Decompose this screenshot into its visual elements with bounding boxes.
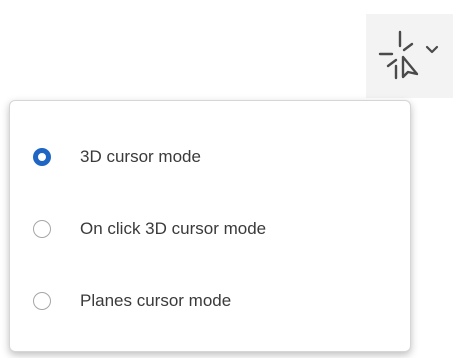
chevron-down-icon <box>425 45 439 54</box>
menu-item-planes-cursor-mode[interactable]: Planes cursor mode <box>10 271 410 331</box>
radio-unselected-icon[interactable] <box>33 220 51 238</box>
menu-item-label: On click 3D cursor mode <box>80 219 267 238</box>
radio-selected-icon[interactable] <box>33 148 51 166</box>
crosshair-cursor-icon <box>378 30 419 80</box>
menu-item-on-click-3d-cursor-mode[interactable]: On click 3D cursor mode <box>10 199 410 259</box>
menu-item-label: 3D cursor mode <box>80 147 201 166</box>
menu-item-3d-cursor-mode[interactable]: 3D cursor mode <box>10 127 410 187</box>
radio-unselected-icon[interactable] <box>33 292 51 310</box>
cursor-mode-menu: 3D cursor mode On click 3D cursor mode P… <box>9 100 411 352</box>
cursor-mode-toolbar-button[interactable] <box>366 14 453 98</box>
menu-item-label: Planes cursor mode <box>80 291 232 310</box>
